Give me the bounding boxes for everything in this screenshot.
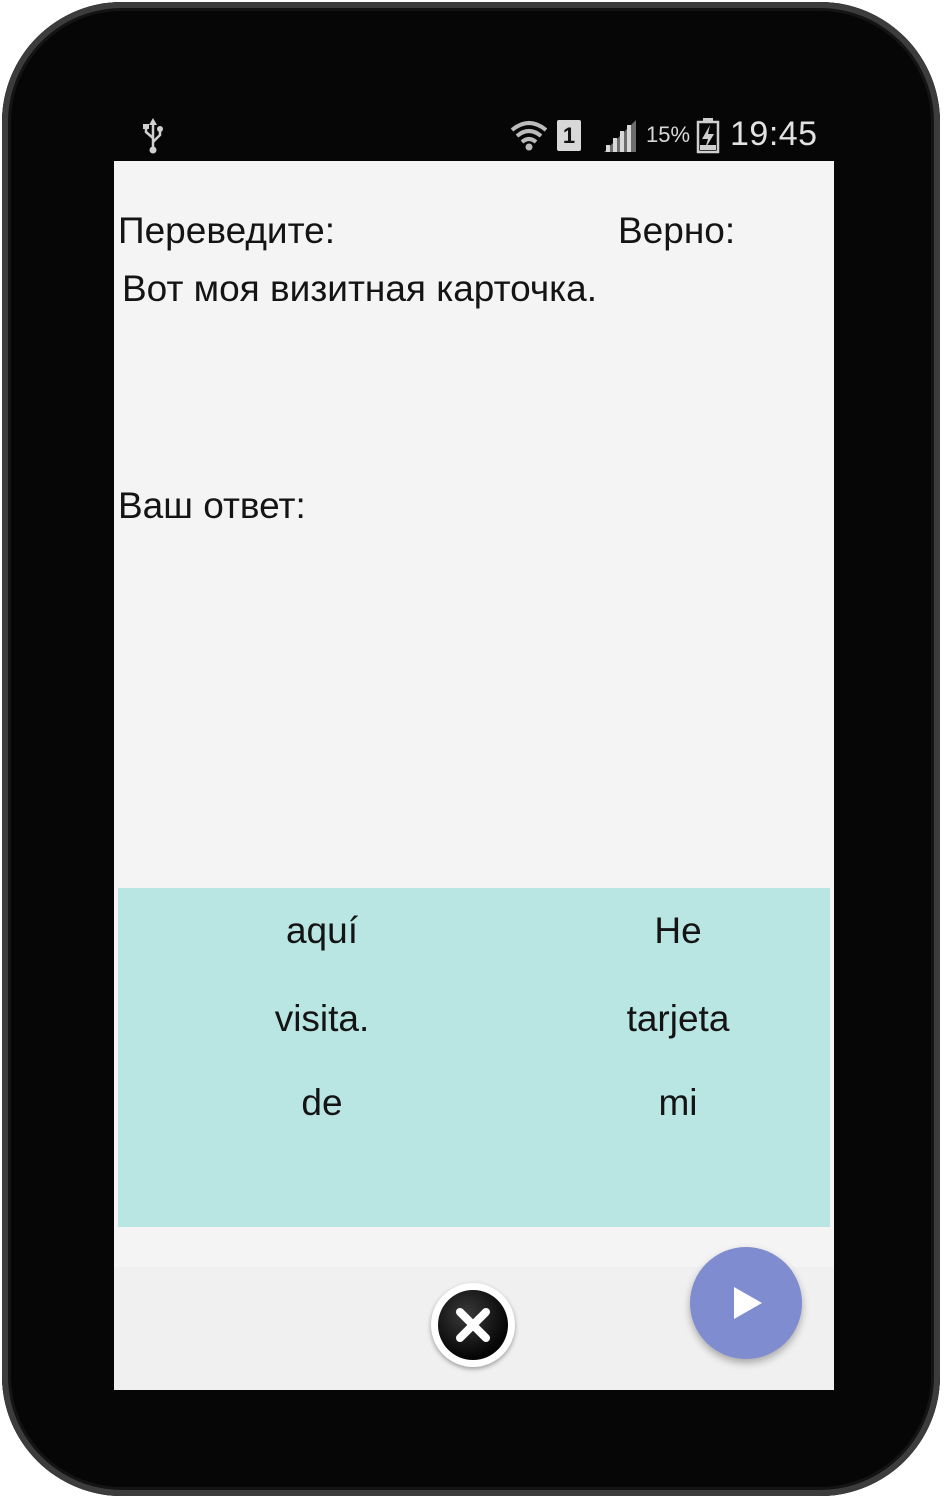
word-tile[interactable]: He	[548, 910, 808, 952]
translate-label: Переведите:	[118, 210, 335, 251]
word-tile[interactable]: mi	[548, 1082, 808, 1124]
clear-answer-button[interactable]	[431, 1283, 515, 1367]
word-tile[interactable]: tarjeta	[548, 998, 808, 1040]
next-button[interactable]	[690, 1247, 802, 1359]
usb-icon	[140, 118, 166, 159]
signal-icon	[602, 120, 638, 159]
battery-percent: 15%	[646, 122, 691, 147]
source-sentence: Вот моя визитная карточка.	[122, 268, 598, 309]
answer-label: Ваш ответ:	[118, 485, 306, 526]
word-tile[interactable]: de	[192, 1082, 452, 1124]
battery-charging-icon	[696, 118, 720, 159]
word-tile[interactable]: visita.	[192, 998, 452, 1040]
wifi-icon	[510, 118, 548, 159]
word-tile-area: aquí He visita. tarjeta de mi	[118, 888, 830, 1227]
sim-icon: 1	[557, 120, 581, 151]
app-screen: Переведите: Верно: Вот моя визитная карт…	[114, 161, 834, 1390]
close-icon	[438, 1290, 508, 1360]
clock: 19:45	[730, 115, 818, 153]
status-bar: 1 15% 19:45	[114, 106, 834, 161]
correct-label: Верно:	[618, 210, 736, 251]
word-tile[interactable]: aquí	[192, 910, 452, 952]
play-icon	[734, 1287, 762, 1319]
